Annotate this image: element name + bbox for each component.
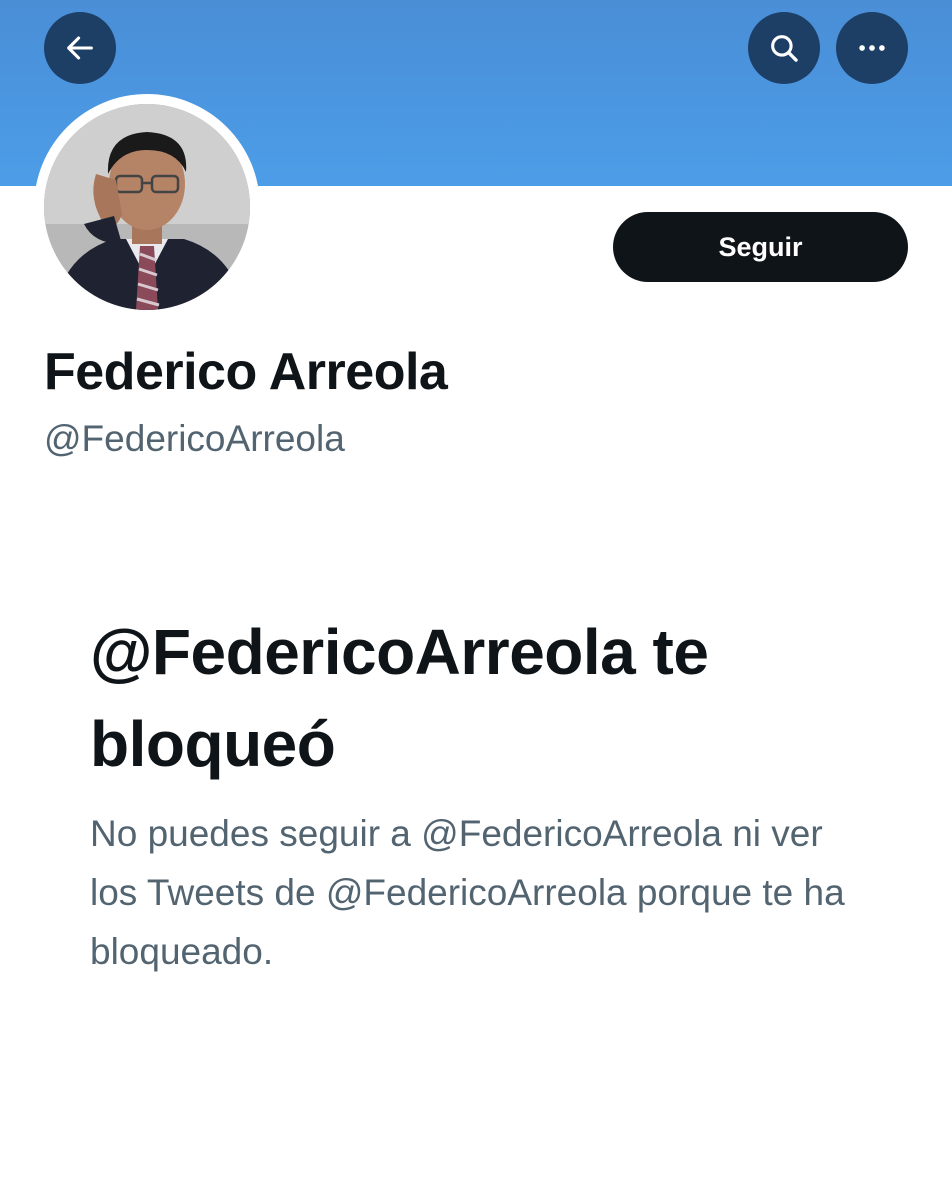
back-button[interactable] xyxy=(44,12,116,84)
profile-page: Seguir Federico Arreola @FedericoArreola… xyxy=(0,0,952,1200)
avatar[interactable] xyxy=(44,104,250,310)
arrow-left-icon xyxy=(63,31,97,65)
profile-display-name: Federico Arreola xyxy=(44,343,448,401)
search-button[interactable] xyxy=(748,12,820,84)
search-icon xyxy=(767,31,801,65)
more-options-button[interactable] xyxy=(836,12,908,84)
profile-handle: @FedericoArreola xyxy=(44,418,345,459)
avatar-frame[interactable] xyxy=(34,94,260,320)
blocked-title: @FedericoArreola te bloqueó xyxy=(90,616,709,780)
blocked-description: No puedes seguir a @FedericoArreola ni v… xyxy=(90,813,845,972)
more-horizontal-icon xyxy=(855,31,889,65)
follow-button[interactable]: Seguir xyxy=(613,212,908,282)
